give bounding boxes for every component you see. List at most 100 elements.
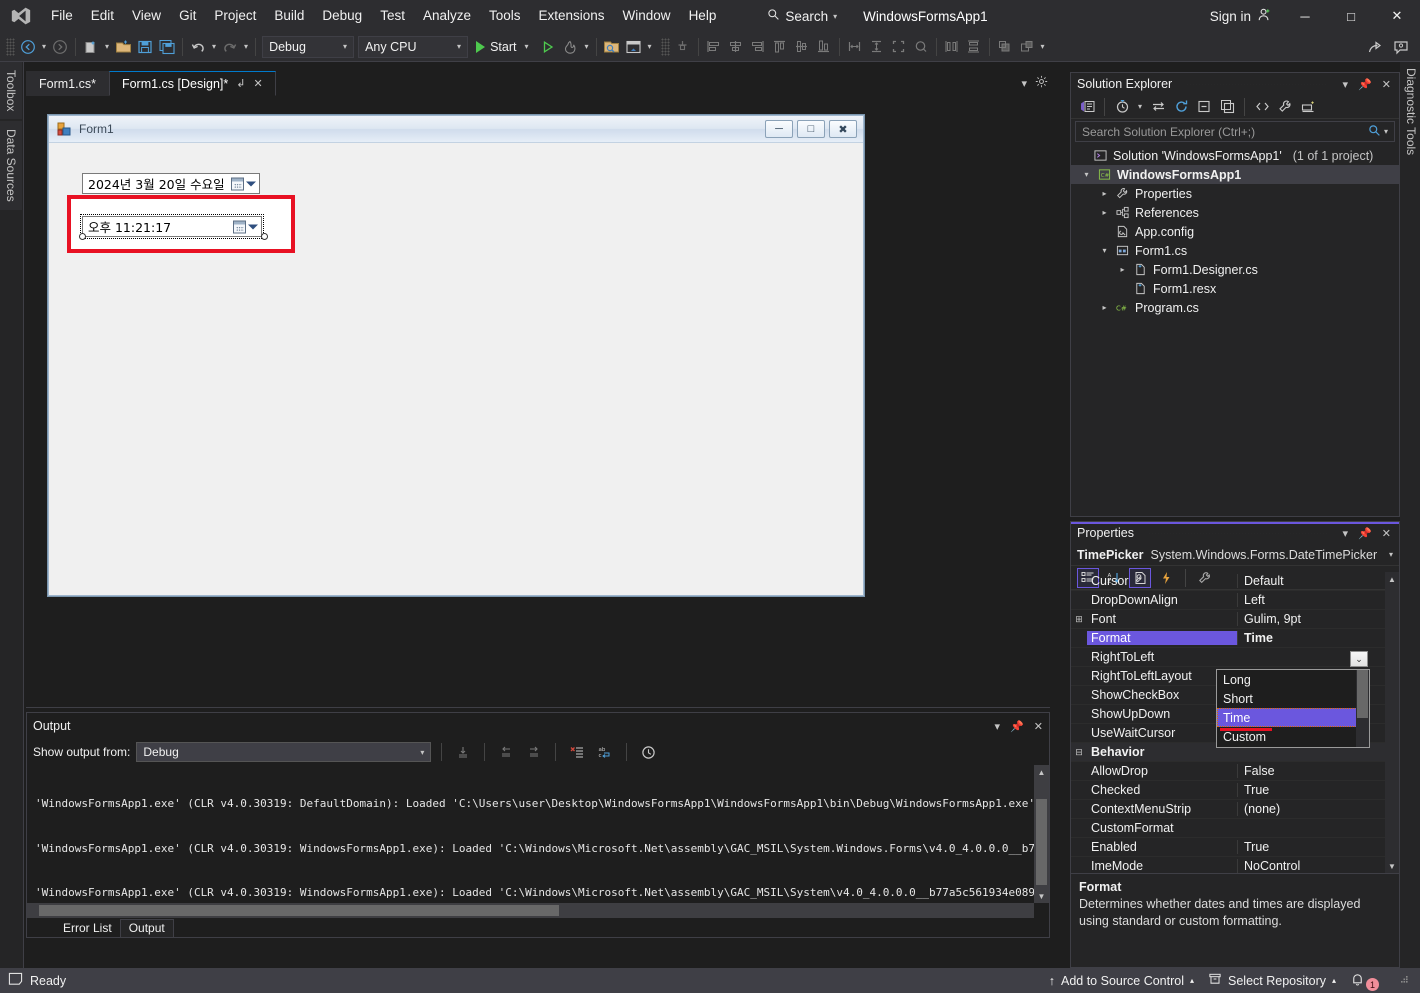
- chevron-down-icon[interactable]: ▾: [1389, 550, 1393, 559]
- property-value[interactable]: Default: [1237, 574, 1399, 588]
- menu-test[interactable]: Test: [371, 0, 414, 32]
- toolwindow-dropdown[interactable]: ▾: [645, 42, 655, 51]
- menu-file[interactable]: File: [42, 0, 82, 32]
- output-horizontal-scrollbar[interactable]: [27, 903, 1034, 918]
- form1-maximize-button[interactable]: □: [797, 120, 825, 138]
- undo-icon[interactable]: [187, 36, 209, 58]
- output-pin-icon[interactable]: 📌: [1010, 720, 1024, 733]
- minimize-button[interactable]: ─: [1282, 0, 1328, 32]
- date-picker-dropdown-button[interactable]: [231, 177, 256, 190]
- make-same-width-icon[interactable]: [844, 36, 866, 58]
- tab-error-list[interactable]: Error List: [55, 920, 120, 937]
- notifications-button[interactable]: 1: [1350, 972, 1384, 991]
- search-solution-icon[interactable]: [601, 36, 623, 58]
- toolbox-tab[interactable]: Toolbox: [0, 62, 22, 120]
- property-row[interactable]: CustomFormat: [1071, 819, 1399, 838]
- close-icon[interactable]: ✕: [1380, 78, 1393, 91]
- show-timestamps-icon[interactable]: [637, 741, 659, 763]
- pin-icon[interactable]: ↲: [236, 77, 245, 90]
- dropdown-scroll-thumb[interactable]: [1357, 670, 1368, 718]
- dropdown-option-time[interactable]: Time: [1217, 708, 1369, 727]
- feedback-icon[interactable]: [1390, 36, 1412, 58]
- scroll-up-arrow-icon[interactable]: ▲: [1385, 572, 1399, 586]
- data-sources-tab[interactable]: Data Sources: [0, 121, 22, 211]
- navigate-forward-icon[interactable]: [49, 36, 71, 58]
- property-value[interactable]: (none): [1237, 802, 1399, 816]
- property-row[interactable]: AllowDrop False: [1071, 762, 1399, 781]
- navigate-back-icon[interactable]: [17, 36, 39, 58]
- hot-reload-icon[interactable]: [559, 36, 581, 58]
- menu-view[interactable]: View: [123, 0, 170, 32]
- tree-item-properties[interactable]: ▸ Properties: [1071, 184, 1399, 203]
- property-value[interactable]: True: [1237, 783, 1399, 797]
- date-picker-control[interactable]: 2024년 3월 20일 수요일: [82, 173, 260, 194]
- toolbar-grip-2[interactable]: [660, 37, 670, 56]
- menu-window[interactable]: Window: [614, 0, 680, 32]
- time-picker-control[interactable]: 오후 11:21:17: [80, 214, 264, 239]
- tree-item-project[interactable]: ▾ C# WindowsFormsApp1: [1071, 165, 1399, 184]
- output-horizontal-scroll-thumb[interactable]: [39, 905, 559, 916]
- save-all-icon[interactable]: [156, 36, 178, 58]
- refresh-icon[interactable]: [1171, 97, 1191, 117]
- toggle-word-wrap-icon[interactable]: ab c: [594, 741, 616, 763]
- menu-tools[interactable]: Tools: [480, 0, 530, 32]
- tree-item-program-cs[interactable]: ▸ C# Program.cs: [1071, 298, 1399, 317]
- menu-project[interactable]: Project: [205, 0, 265, 32]
- menu-edit[interactable]: Edit: [82, 0, 123, 32]
- output-vertical-scroll-thumb[interactable]: [1036, 799, 1047, 885]
- close-icon[interactable]: ✕: [1380, 527, 1393, 540]
- resize-handle-right[interactable]: [261, 233, 268, 240]
- go-to-next-icon[interactable]: [523, 741, 545, 763]
- menu-extensions[interactable]: Extensions: [530, 0, 614, 32]
- align-bottoms-icon[interactable]: [813, 36, 835, 58]
- output-vertical-scrollbar[interactable]: ▲ ▼: [1034, 765, 1049, 903]
- go-to-previous-icon[interactable]: [495, 741, 517, 763]
- preview-selected-items-icon[interactable]: [1298, 97, 1318, 117]
- dropdown-scrollbar[interactable]: [1356, 670, 1369, 747]
- expander[interactable]: ⊞: [1071, 614, 1087, 625]
- format-dropdown-button[interactable]: ⌄: [1350, 651, 1368, 667]
- vertical-spacing-icon[interactable]: [963, 36, 985, 58]
- properties-icon[interactable]: [1275, 97, 1295, 117]
- property-row[interactable]: DropDownAlign Left: [1071, 591, 1399, 610]
- collapse-all-icon[interactable]: [1194, 97, 1214, 117]
- search-options-dropdown-icon[interactable]: ▾: [1384, 127, 1388, 136]
- redo-icon[interactable]: [219, 36, 241, 58]
- pane-menu-icon[interactable]: ▾: [1341, 78, 1351, 91]
- make-same-height-icon[interactable]: [866, 36, 888, 58]
- time-picker-dropdown-button[interactable]: [233, 220, 258, 233]
- align-to-grid-icon[interactable]: [672, 36, 694, 58]
- resize-handle-left[interactable]: [79, 233, 86, 240]
- menu-debug[interactable]: Debug: [313, 0, 371, 32]
- align-tops-icon[interactable]: [769, 36, 791, 58]
- form1-close-button[interactable]: ✖: [829, 120, 857, 138]
- sign-in-button[interactable]: Sign in: [1200, 7, 1282, 25]
- property-value[interactable]: Left: [1237, 593, 1399, 607]
- properties-object-selector[interactable]: TimePicker System.Windows.Forms.DateTime…: [1071, 544, 1399, 566]
- expander[interactable]: ▸: [1099, 208, 1110, 217]
- solution-explorer-search-input[interactable]: Search Solution Explorer (Ctrl+;) ▾: [1075, 121, 1395, 142]
- pending-changes-dropdown[interactable]: ▾: [1135, 102, 1145, 111]
- tree-item-form1-designer-cs[interactable]: ▸ Form1.Designer.cs: [1071, 260, 1399, 279]
- scroll-down-arrow-icon[interactable]: ▼: [1034, 889, 1049, 903]
- tab-form1-cs[interactable]: Form1.cs*: [26, 71, 109, 96]
- scroll-down-arrow-icon[interactable]: ▼: [1385, 859, 1399, 873]
- expander[interactable]: ▾: [1081, 170, 1092, 179]
- property-value[interactable]: Gulim, 9pt: [1237, 612, 1399, 626]
- make-same-size-icon[interactable]: [888, 36, 910, 58]
- toolbar-grip[interactable]: [6, 37, 15, 56]
- pane-menu-icon[interactable]: ▾: [1341, 527, 1351, 540]
- tab-list-dropdown-icon[interactable]: ▾: [1021, 77, 1027, 90]
- scroll-up-arrow-icon[interactable]: ▲: [1034, 765, 1049, 779]
- format-dropdown-list[interactable]: Long Short Time Custom: [1216, 669, 1370, 748]
- search-box[interactable]: Search ▾: [767, 8, 837, 24]
- send-to-back-icon[interactable]: [1016, 36, 1038, 58]
- close-button[interactable]: ✕: [1374, 0, 1420, 32]
- expander[interactable]: ▸: [1099, 303, 1110, 312]
- pending-changes-icon[interactable]: [1112, 97, 1132, 117]
- solution-tree[interactable]: Solution 'WindowsFormsApp1' (1 of 1 proj…: [1071, 144, 1399, 317]
- property-value[interactable]: Time: [1237, 631, 1399, 645]
- notification-panel-icon[interactable]: [8, 972, 23, 989]
- pin-icon[interactable]: 📌: [1356, 78, 1374, 91]
- property-row[interactable]: ImeMode NoControl: [1071, 857, 1399, 873]
